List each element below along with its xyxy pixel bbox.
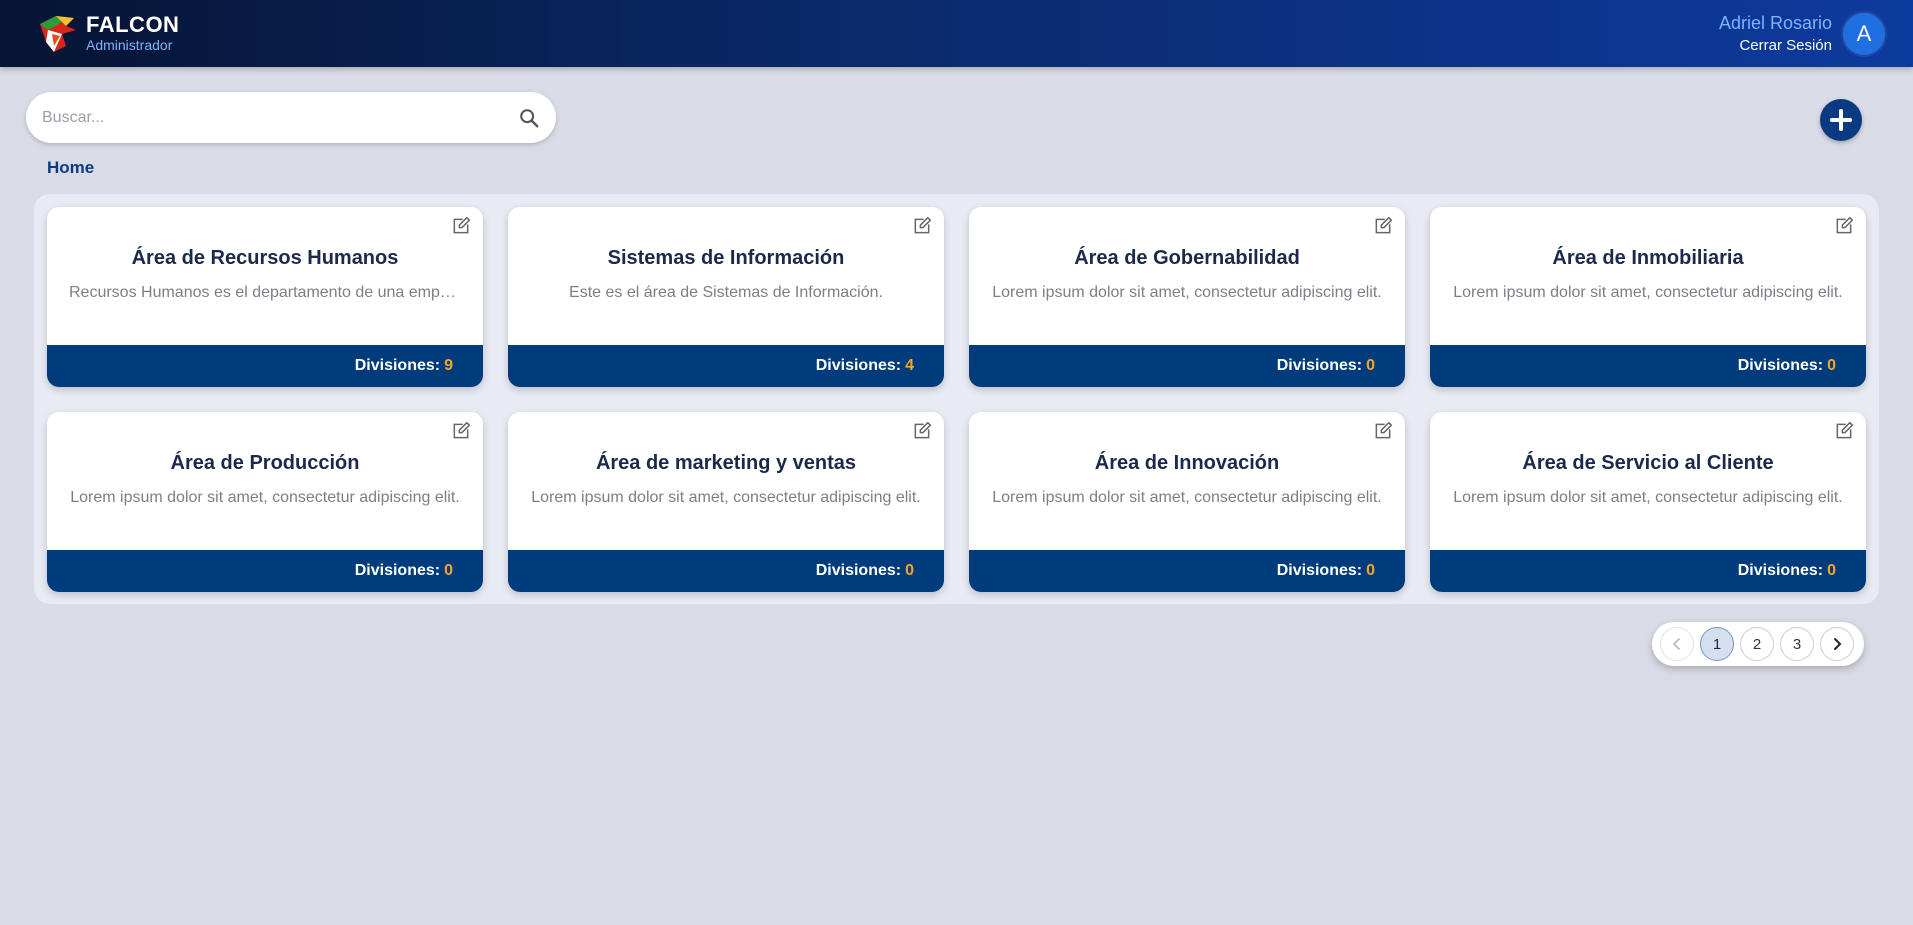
page-button-2[interactable]: 2 (1740, 627, 1774, 661)
area-card[interactable]: Área de Recursos Humanos Recursos Humano… (47, 207, 483, 387)
divisions-label: Divisiones: (1276, 357, 1363, 374)
divisions-count: 9 (444, 357, 453, 374)
area-description: Lorem ipsum dolor sit amet, consectetur … (1453, 489, 1843, 506)
area-footer: Divisiones: 0 (1430, 345, 1866, 387)
area-footer: Divisiones: 9 (47, 345, 483, 387)
area-description: Lorem ipsum dolor sit amet, consectetur … (992, 489, 1382, 506)
area-title: Área de Servicio al Cliente (1522, 452, 1774, 474)
edit-icon[interactable] (912, 216, 932, 236)
area-card[interactable]: Área de Gobernabilidad Lorem ipsum dolor… (969, 207, 1405, 387)
divisions-label: Divisiones: (815, 562, 902, 579)
area-footer: Divisiones: 0 (47, 550, 483, 592)
edit-icon[interactable] (1373, 421, 1393, 441)
edit-icon[interactable] (1373, 216, 1393, 236)
user-role: Administrador (86, 37, 173, 53)
area-title: Área de Innovación (1094, 452, 1280, 474)
chevron-right-icon (1834, 638, 1842, 650)
divisions-count: 4 (905, 357, 914, 374)
divisions-label: Divisiones: (815, 357, 902, 374)
pagination: 1 2 3 (1652, 622, 1864, 666)
area-card[interactable]: Sistemas de Información Este es el área … (508, 207, 944, 387)
area-card[interactable]: Área de marketing y ventas Lorem ipsum d… (508, 412, 944, 592)
divisions-count: 0 (1827, 562, 1836, 579)
area-title: Área de Producción (170, 452, 360, 474)
area-description: Lorem ipsum dolor sit amet, consectetur … (70, 489, 460, 506)
search-box (26, 92, 556, 143)
divisions-label: Divisiones: (1737, 562, 1824, 579)
area-footer: Divisiones: 0 (969, 550, 1405, 592)
divisions-label: Divisiones: (354, 562, 441, 579)
area-title: Sistemas de Información (607, 247, 845, 269)
user-info: Adriel Rosario Cerrar Sesión (1719, 12, 1832, 56)
search-input[interactable] (42, 92, 512, 143)
area-description: Lorem ipsum dolor sit amet, consectetur … (531, 489, 921, 506)
area-footer: Divisiones: 0 (508, 550, 944, 592)
area-title: Área de marketing y ventas (595, 452, 857, 474)
search-icon[interactable] (518, 107, 540, 129)
avatar[interactable]: A (1843, 13, 1885, 55)
next-page-button[interactable] (1820, 627, 1854, 661)
area-title: Área de Recursos Humanos (131, 247, 399, 269)
top-bar: FALCON Administrador Adriel Rosario Cerr… (0, 0, 1913, 67)
area-description: Este es el área de Sistemas de Informaci… (569, 284, 883, 301)
area-description: Lorem ipsum dolor sit amet, consectetur … (1453, 284, 1843, 301)
area-card[interactable]: Área de Inmobiliaria Lorem ipsum dolor s… (1430, 207, 1866, 387)
page-button-1[interactable]: 1 (1700, 627, 1734, 661)
page-button-3[interactable]: 3 (1780, 627, 1814, 661)
areas-grid: Área de Recursos Humanos Recursos Humano… (34, 194, 1879, 604)
breadcrumb-home[interactable]: Home (47, 158, 94, 178)
area-card[interactable]: Área de Innovación Lorem ipsum dolor sit… (969, 412, 1405, 592)
add-area-button[interactable] (1820, 99, 1862, 141)
prev-page-button[interactable] (1660, 627, 1694, 661)
divisions-label: Divisiones: (354, 357, 441, 374)
falcon-logo-icon (40, 16, 76, 52)
area-footer: Divisiones: 0 (1430, 550, 1866, 592)
area-title: Área de Inmobiliaria (1552, 247, 1744, 269)
user-name: Adriel Rosario (1718, 13, 1832, 33)
brand-name: FALCON (86, 12, 180, 37)
edit-icon[interactable] (912, 421, 932, 441)
divisions-label: Divisiones: (1737, 357, 1824, 374)
area-title: Área de Gobernabilidad (1074, 247, 1300, 269)
chevron-left-icon (1672, 638, 1680, 650)
area-footer: Divisiones: 4 (508, 345, 944, 387)
edit-icon[interactable] (451, 216, 471, 236)
divisions-count: 0 (444, 562, 453, 579)
edit-icon[interactable] (1834, 421, 1854, 441)
divisions-count: 0 (905, 562, 914, 579)
divisions-count: 0 (1366, 562, 1375, 579)
brand[interactable]: FALCON Administrador (36, 12, 179, 54)
area-description: Lorem ipsum dolor sit amet, consectetur … (992, 284, 1382, 301)
logout-link[interactable]: Cerrar Sesión (1719, 36, 1832, 56)
edit-icon[interactable] (451, 421, 471, 441)
divisions-label: Divisiones: (1276, 562, 1363, 579)
plus-icon (1830, 109, 1852, 131)
area-card[interactable]: Área de Producción Lorem ipsum dolor sit… (47, 412, 483, 592)
divisions-count: 0 (1827, 357, 1836, 374)
divisions-count: 0 (1366, 357, 1375, 374)
edit-icon[interactable] (1834, 216, 1854, 236)
area-card[interactable]: Área de Servicio al Cliente Lorem ipsum … (1430, 412, 1866, 592)
area-description: Recursos Humanos es el departamento de u… (69, 284, 461, 301)
area-footer: Divisiones: 0 (969, 345, 1405, 387)
